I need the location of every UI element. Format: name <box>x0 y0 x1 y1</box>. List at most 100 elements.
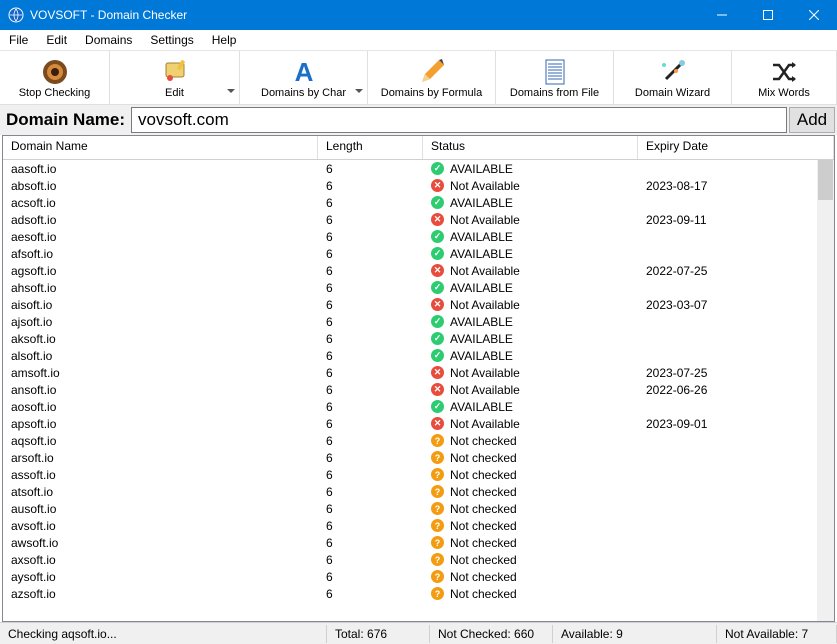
cell-status: ✓AVAILABLE <box>423 196 638 210</box>
status-icon: ✓ <box>431 230 444 243</box>
cell-length: 6 <box>318 213 423 227</box>
table-row[interactable]: atsoft.io6?Not checked <box>3 483 834 500</box>
stop-checking-label: Stop Checking <box>19 87 91 99</box>
cell-length: 6 <box>318 383 423 397</box>
cell-status: ✕Not Available <box>423 213 638 227</box>
menu-domains[interactable]: Domains <box>76 31 141 49</box>
table-row[interactable]: aysoft.io6?Not checked <box>3 568 834 585</box>
cell-status: ?Not checked <box>423 587 638 601</box>
scrollbar-thumb[interactable] <box>818 160 833 200</box>
status-icon: ✕ <box>431 417 444 430</box>
domain-wizard-button[interactable]: Domain Wizard <box>614 51 732 104</box>
status-icon: ✓ <box>431 196 444 209</box>
cell-domain: aosoft.io <box>3 400 318 414</box>
status-icon: ? <box>431 536 444 549</box>
menu-help[interactable]: Help <box>203 31 246 49</box>
cell-length: 6 <box>318 587 423 601</box>
cell-length: 6 <box>318 570 423 584</box>
table-row[interactable]: aksoft.io6✓AVAILABLE <box>3 330 834 347</box>
domains-by-formula-button[interactable]: Domains by Formula <box>368 51 496 104</box>
table-row[interactable]: agsoft.io6✕Not Available2022-07-25 <box>3 262 834 279</box>
close-button[interactable] <box>791 0 837 30</box>
cell-status: ?Not checked <box>423 553 638 567</box>
table-row[interactable]: aqsoft.io6?Not checked <box>3 432 834 449</box>
status-not-checked: Not Checked: 660 <box>430 625 553 643</box>
minimize-button[interactable] <box>699 0 745 30</box>
cell-expiry: 2023-09-11 <box>638 213 834 227</box>
table-row[interactable]: ajsoft.io6✓AVAILABLE <box>3 313 834 330</box>
domains-from-file-label: Domains from File <box>510 87 599 99</box>
cell-length: 6 <box>318 417 423 431</box>
status-text: Not Available <box>450 179 520 193</box>
table-row[interactable]: aosoft.io6✓AVAILABLE <box>3 398 834 415</box>
table-row[interactable]: amsoft.io6✕Not Available2023-07-25 <box>3 364 834 381</box>
scrollbar[interactable] <box>817 160 834 621</box>
app-icon <box>8 7 24 23</box>
cell-length: 6 <box>318 451 423 465</box>
domain-name-label: Domain Name: <box>0 110 131 130</box>
table-row[interactable]: azsoft.io6?Not checked <box>3 585 834 602</box>
cell-length: 6 <box>318 264 423 278</box>
table-row[interactable]: ahsoft.io6✓AVAILABLE <box>3 279 834 296</box>
cell-status: ✕ Not Available <box>423 179 638 193</box>
table-row[interactable]: ausoft.io6?Not checked <box>3 500 834 517</box>
status-text: AVAILABLE <box>450 247 513 261</box>
cell-length: 6 <box>318 502 423 516</box>
domain-name-input[interactable] <box>131 107 787 133</box>
cell-length: 6 <box>318 553 423 567</box>
domains-by-char-button[interactable]: A Domains by Char <box>240 51 368 104</box>
cell-domain: axsoft.io <box>3 553 318 567</box>
status-icon: ✓ <box>431 281 444 294</box>
status-icon: ✕ <box>431 179 444 192</box>
cell-status: ?Not checked <box>423 468 638 482</box>
cell-status: ?Not checked <box>423 451 638 465</box>
cell-length: 6 <box>318 162 423 176</box>
cell-length: 6 <box>318 332 423 346</box>
table-row[interactable]: axsoft.io6?Not checked <box>3 551 834 568</box>
status-text: AVAILABLE <box>450 162 513 176</box>
header-expiry[interactable]: Expiry Date <box>638 136 834 159</box>
header-status[interactable]: Status <box>423 136 638 159</box>
table-row[interactable]: apsoft.io6✕Not Available2023-09-01 <box>3 415 834 432</box>
table-row[interactable]: ansoft.io6✕Not Available2022-06-26 <box>3 381 834 398</box>
menu-file[interactable]: File <box>0 31 37 49</box>
cell-domain: alsoft.io <box>3 349 318 363</box>
table-header: Domain Name Length Status Expiry Date <box>3 136 834 160</box>
status-icon: ✕ <box>431 366 444 379</box>
cell-domain: afsoft.io <box>3 247 318 261</box>
table-row[interactable]: avsoft.io6?Not checked <box>3 517 834 534</box>
table-row[interactable]: acsoft.io6✓AVAILABLE <box>3 194 834 211</box>
table-row[interactable]: alsoft.io6✓AVAILABLE <box>3 347 834 364</box>
header-length[interactable]: Length <box>318 136 423 159</box>
table-row[interactable]: aesoft.io6✓AVAILABLE <box>3 228 834 245</box>
menu-settings[interactable]: Settings <box>141 31 202 49</box>
cell-domain: aesoft.io <box>3 230 318 244</box>
mix-words-button[interactable]: Mix Words <box>732 51 837 104</box>
cell-domain: acsoft.io <box>3 196 318 210</box>
table-row[interactable]: absoft.io6✕Not Available2023-08-17 <box>3 177 834 194</box>
maximize-button[interactable] <box>745 0 791 30</box>
header-domain[interactable]: Domain Name <box>3 136 318 159</box>
file-icon <box>540 57 570 87</box>
table-body[interactable]: aasoft.io6✓AVAILABLEabsoft.io6✕Not Avail… <box>3 160 834 621</box>
stop-checking-button[interactable]: Stop Checking <box>0 51 110 104</box>
table-row[interactable]: aisoft.io6✕Not Available2023-03-07 <box>3 296 834 313</box>
edit-button[interactable]: Edit <box>110 51 240 104</box>
status-icon: ✓ <box>431 349 444 362</box>
status-text: Not checked <box>450 485 517 499</box>
table-row[interactable]: afsoft.io6✓AVAILABLE <box>3 245 834 262</box>
table-row[interactable]: arsoft.io6?Not checked <box>3 449 834 466</box>
cell-domain: aisoft.io <box>3 298 318 312</box>
table-row[interactable]: adsoft.io6✕Not Available2023-09-11 <box>3 211 834 228</box>
add-button[interactable]: Add <box>789 107 835 133</box>
table-row[interactable]: awsoft.io6?Not checked <box>3 534 834 551</box>
status-text: Not checked <box>450 519 517 533</box>
status-text: AVAILABLE <box>450 400 513 414</box>
chevron-down-icon <box>355 89 363 94</box>
cell-domain: aksoft.io <box>3 332 318 346</box>
domains-from-file-button[interactable]: Domains from File <box>496 51 614 104</box>
table-row[interactable]: assoft.io6?Not checked <box>3 466 834 483</box>
cell-domain: ahsoft.io <box>3 281 318 295</box>
menu-edit[interactable]: Edit <box>37 31 76 49</box>
table-row[interactable]: aasoft.io6✓AVAILABLE <box>3 160 834 177</box>
